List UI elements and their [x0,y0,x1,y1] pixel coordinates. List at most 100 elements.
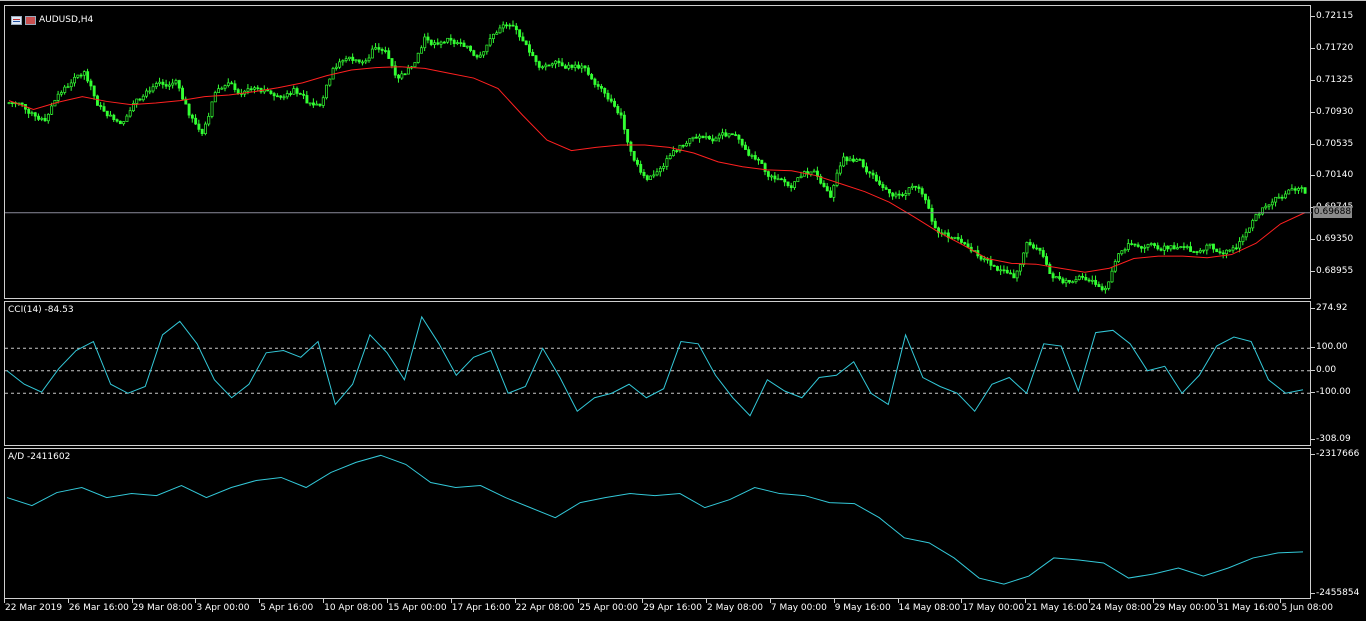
candle-body [436,42,440,45]
candle-body [423,36,427,49]
price-axis-tick [1311,111,1315,113]
time-axis-label: 5 Jun 08:00 [1281,603,1333,613]
candle-body [138,98,142,101]
price-axis-tick [1311,270,1315,272]
cci-axis-label: -308.09 [1316,434,1351,444]
candle-body [858,159,862,161]
candle-body [1133,243,1137,246]
candle-body [639,163,643,173]
candle-body [1074,279,1078,283]
candle-body [1192,251,1196,253]
time-axis-label: 29 Mar 08:00 [132,603,193,613]
candle-body [69,82,73,88]
candle-body [927,199,931,209]
candle-body [1215,248,1219,253]
candle-body [531,51,535,57]
ad-axis-label: -2317666 [1316,449,1360,459]
candle-body [960,238,963,243]
candle-body [1025,242,1029,254]
candle-body [158,81,162,84]
candle-body [181,87,185,100]
candle-body [1087,279,1091,282]
candle-body [60,92,63,95]
candle-body [495,32,499,35]
price-axis-label: 0.70930 [1316,106,1354,117]
candle-body [704,136,708,139]
candle-body [446,37,450,43]
candle-body [780,178,783,181]
candle-body [1022,252,1026,265]
candle-body [1241,236,1245,242]
candle-body [1094,279,1098,285]
current-price-tag: 0.69688 [1313,205,1352,218]
candle-body [364,60,368,63]
candle-body [766,171,770,177]
candle-body [223,85,227,89]
chart-window-icon[interactable] [11,15,22,25]
candle-body [891,192,895,197]
candle-body [151,86,155,92]
cci-indicator-pane[interactable]: CCI(14) -84.53 [4,301,1312,446]
candle-body [76,74,80,78]
candle-body [1244,231,1248,238]
ad-indicator-pane[interactable]: A/D -2411602 [4,448,1311,599]
candle-body [400,73,404,79]
candle-body [10,102,14,105]
candle-body [154,83,158,88]
candle-body [590,74,594,80]
candle-body [361,61,365,64]
candle-body [325,84,329,99]
candle-body [982,258,986,261]
candle-body [662,165,666,169]
candle-body [838,165,842,174]
candle-body [730,133,734,136]
candle-body [295,88,299,94]
candle-body [799,175,803,179]
candle-body [1290,188,1294,191]
candle-body [521,36,525,42]
candle-body [1287,189,1291,195]
candle-body [1110,270,1114,283]
candle-body [1068,279,1071,283]
cci-axis-tick [1311,308,1315,309]
candle-body [164,84,168,87]
candle-body [933,220,937,229]
candle-body [534,55,538,62]
cci-axis-tick [1311,369,1315,371]
candle-body [282,96,286,99]
candle-body [1205,244,1209,251]
candle-body [171,82,175,86]
candle-body [907,187,911,194]
candle-body [645,175,649,180]
candle-body [845,156,849,162]
candle-body [20,102,24,105]
candle-body [1041,250,1045,257]
candle-body [1172,245,1176,250]
candle-body [161,81,165,85]
candle-body [102,106,106,112]
candle-body [1179,246,1183,249]
candle-body [485,44,489,53]
candle-body [688,138,692,144]
candle-body [835,172,839,186]
candle-body [403,73,407,76]
price-chart-pane[interactable]: AUDUSD,H4 [4,5,1312,299]
candle-body [449,37,453,41]
cci-axis-tick [1311,439,1315,440]
candle-body [1270,201,1274,206]
candle-body [33,112,37,117]
candle-body [312,102,315,106]
candle-body [1231,247,1235,251]
candle-body [190,114,194,119]
candle-body [416,52,420,63]
candle-body [7,102,11,105]
price-axis-tick [1311,175,1315,177]
candle-body [1153,243,1157,246]
time-axis-label: 14 May 08:00 [898,603,961,613]
candle-body [855,159,859,162]
candle-body [573,64,577,68]
candle-body [109,114,113,117]
candle-body [760,159,764,164]
chart-trade-icon[interactable] [25,15,36,25]
candle-body [727,133,731,137]
